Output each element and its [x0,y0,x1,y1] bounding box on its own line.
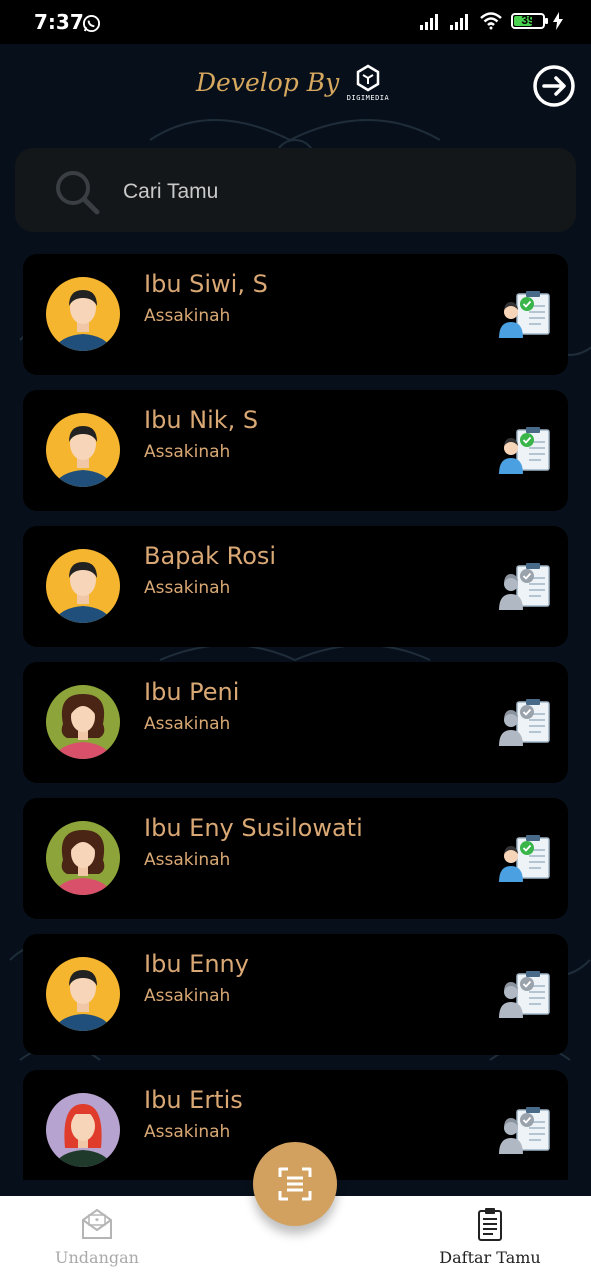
nav-daftar-tamu-label: Daftar Tamu [439,1248,541,1267]
brand-name: DIGIMEDIA [346,94,390,102]
checked-in-icon [499,291,550,338]
guest-card[interactable]: Ibu Siwi, S Assakinah [23,254,568,375]
status-time: 7:37 [34,10,84,34]
guest-card[interactable]: Ibu Peni Assakinah [23,662,568,783]
guest-name: Ibu Nik, S [144,406,259,434]
female-avatar-icon [46,821,120,895]
brand-logo: DIGIMEDIA [342,64,394,106]
digimedia-logo-icon [356,64,380,92]
scan-qr-button[interactable] [253,1142,337,1226]
wifi-icon [480,12,502,30]
guest-group: Assakinah [144,714,231,734]
app-header: Develop By DIGIMEDIA [0,44,591,134]
search-icon [56,171,100,215]
male-avatar-icon [46,277,120,351]
invitation-envelope-icon [82,1208,112,1239]
guest-name: Ibu Enny [144,950,249,978]
not-checked-in-icon [499,699,550,746]
guest-group: Assakinah [144,850,231,870]
charging-icon [553,12,563,30]
not-checked-in-icon [499,1107,550,1154]
guest-group: Assakinah [144,578,231,598]
not-checked-in-icon [499,971,550,1018]
guest-card[interactable]: Ibu Nik, S Assakinah [23,390,568,511]
checked-in-icon [499,427,550,474]
nav-daftar-tamu[interactable]: Daftar Tamu [415,1206,565,1267]
guest-name: Bapak Rosi [144,542,277,570]
guest-group: Assakinah [144,1122,231,1142]
guest-card[interactable]: Bapak Rosi Assakinah [23,526,568,647]
nav-undangan-label: Undangan [55,1248,139,1267]
search-bar[interactable] [15,148,576,232]
female-avatar-icon [46,1093,120,1167]
whatsapp-icon [82,14,101,33]
guest-name: Ibu Peni [144,678,240,706]
male-avatar-icon [46,957,120,1031]
male-avatar-icon [46,413,120,487]
male-avatar-icon [46,549,120,623]
develop-by-label: Develop By [196,68,340,97]
battery-level: 39 [521,13,535,27]
search-input[interactable] [121,176,545,208]
nav-undangan[interactable]: Undangan [22,1206,172,1267]
checked-in-icon [499,835,550,882]
guest-list-clipboard-icon [478,1208,502,1241]
guest-name: Ibu Eny Susilowati [144,814,363,842]
not-checked-in-icon [499,563,550,610]
guest-name: Ibu Ertis [144,1086,243,1114]
scan-icon [278,1167,312,1201]
logout-icon[interactable] [532,64,576,108]
guest-group: Assakinah [144,986,231,1006]
guest-group: Assakinah [144,442,231,462]
signal-icon [420,14,438,30]
female-avatar-icon [46,685,120,759]
guest-list[interactable]: Ibu Siwi, S Assakinah Ibu Nik, S Assakinah [23,254,568,1180]
guest-group: Assakinah [144,306,231,326]
signal-icon [450,14,468,30]
battery-icon: 39 [511,13,548,29]
guest-name: Ibu Siwi, S [144,270,268,298]
guest-card[interactable]: Ibu Eny Susilowati Assakinah [23,798,568,919]
guest-card[interactable]: Ibu Enny Assakinah [23,934,568,1055]
status-bar: 7:37 39 [0,0,591,44]
